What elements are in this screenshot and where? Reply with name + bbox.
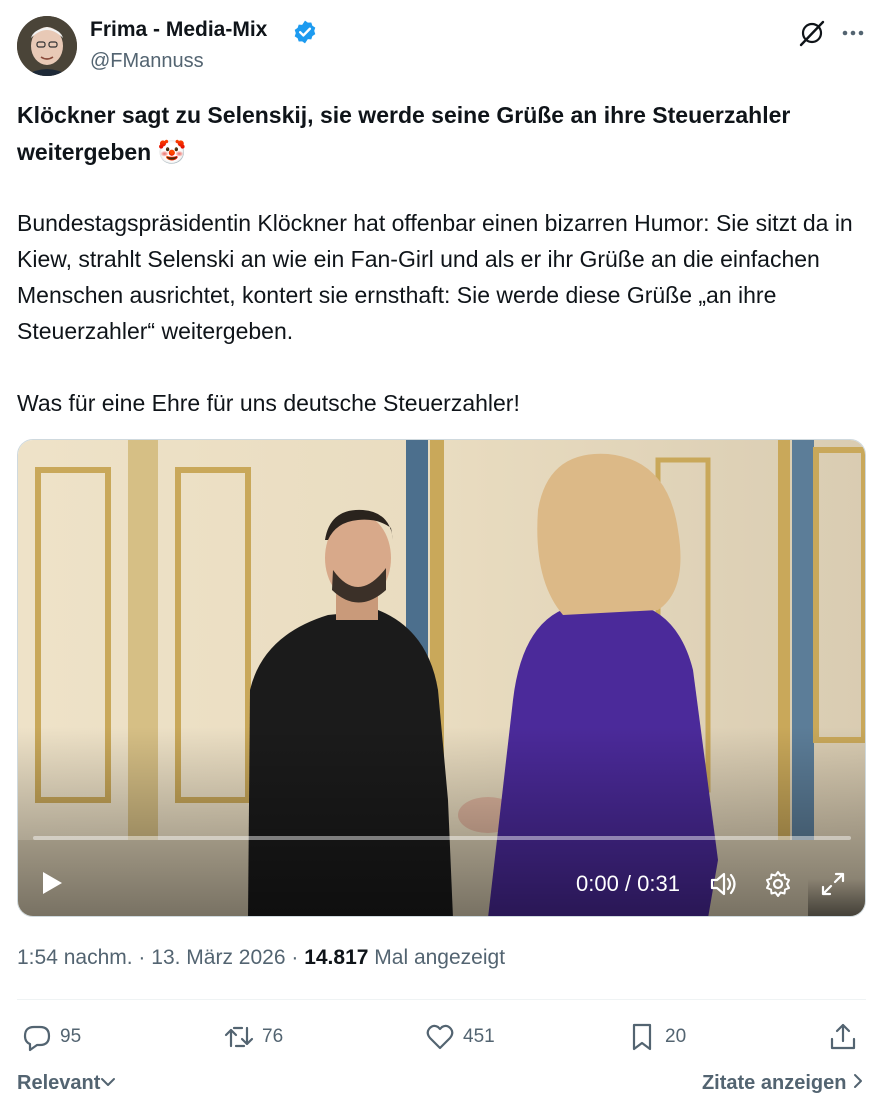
fullscreen-icon[interactable] xyxy=(818,869,848,899)
post-time[interactable]: 1:54 nachm. xyxy=(17,946,133,969)
post-paragraph: Bundestagspräsidentin Klöckner hat offen… xyxy=(17,210,853,344)
repost-button[interactable]: 76 xyxy=(224,1020,283,1054)
view-label: Mal angezeigt xyxy=(374,946,506,969)
grok-icon[interactable] xyxy=(797,18,827,48)
chevron-right-icon xyxy=(854,1074,862,1088)
share-button[interactable] xyxy=(828,1020,858,1054)
post-date[interactable]: 13. März 2026 xyxy=(151,946,285,969)
play-icon[interactable] xyxy=(36,868,66,898)
settings-icon[interactable] xyxy=(763,869,793,899)
bookmark-count: 20 xyxy=(665,1026,687,1047)
post-meta: 1:54 nachm. · 13. März 2026 · 14.817 Mal… xyxy=(17,946,505,970)
author-handle[interactable]: @FMannuss xyxy=(90,50,204,73)
bookmark-button[interactable]: 20 xyxy=(627,1020,686,1054)
view-count: 14.817 xyxy=(304,946,369,969)
video-progress-bar[interactable] xyxy=(33,836,851,840)
volume-icon[interactable] xyxy=(708,869,740,899)
post-body: Bundestagspräsidentin Klöckner hat offen… xyxy=(17,205,869,457)
meta-separator: · xyxy=(291,946,299,969)
repost-count: 76 xyxy=(262,1026,284,1047)
like-icon xyxy=(426,1024,454,1050)
sort-replies-button[interactable]: Relevant xyxy=(17,1072,116,1095)
video-player[interactable]: 0:00 / 0:31 xyxy=(17,439,866,917)
reply-count: 95 xyxy=(60,1026,82,1047)
avatar[interactable] xyxy=(17,16,77,76)
author-name[interactable]: Frima - Media-Mix xyxy=(90,18,267,42)
video-time: 0:00 / 0:31 xyxy=(576,871,680,896)
show-quotes-button[interactable]: Zitate anzeigen xyxy=(702,1072,864,1095)
video-frame xyxy=(18,440,865,916)
like-button[interactable]: 451 xyxy=(425,1020,495,1054)
repost-icon xyxy=(224,1026,254,1048)
post-paragraph: Was für eine Ehre für uns deutsche Steue… xyxy=(17,390,520,416)
reply-button[interactable]: 95 xyxy=(22,1020,81,1054)
divider xyxy=(17,999,866,1000)
share-icon xyxy=(830,1023,856,1050)
reply-icon xyxy=(23,1025,51,1052)
chevron-down-icon xyxy=(101,1078,116,1086)
post-title: Klöckner sagt zu Selenskij, sie werde se… xyxy=(17,102,791,165)
bookmark-icon xyxy=(632,1023,652,1051)
sort-label: Relevant xyxy=(17,1072,101,1094)
quotes-label: Zitate anzeigen xyxy=(701,1072,847,1094)
more-icon[interactable] xyxy=(838,18,868,48)
meta-separator: · xyxy=(138,946,146,969)
like-count: 451 xyxy=(463,1026,495,1047)
verified-badge-icon xyxy=(292,19,318,45)
